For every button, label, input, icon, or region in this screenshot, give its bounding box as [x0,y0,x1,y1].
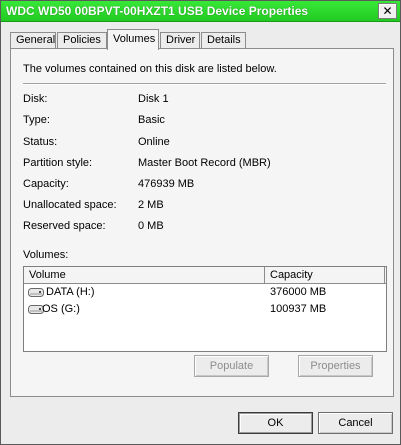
tab-policies[interactable]: Policies [57,32,107,49]
separator [23,83,386,85]
disk-value: Disk 1 [138,93,169,105]
tab-driver[interactable]: Driver [160,32,200,49]
ok-button[interactable]: OK [238,412,313,434]
unallocated-label: Unallocated space: [23,199,117,211]
tab-general[interactable]: General [10,32,56,49]
tab-details[interactable]: Details [201,32,246,49]
tab-volumes[interactable]: Volumes [107,29,159,50]
column-header-volume[interactable]: Volume [24,267,265,283]
volume-name: DATA (H:) [46,286,95,298]
drive-icon [28,288,44,297]
volumes-panel: The volumes contained on this disk are l… [10,48,394,397]
column-header-capacity[interactable]: Capacity [265,267,385,283]
window-title: WDC WD50 00BPVT-00HXZT1 USB Device Prope… [6,4,309,18]
list-header: Volume Capacity [24,267,386,284]
cancel-button[interactable]: Cancel [318,412,393,434]
close-button[interactable]: ✕ [378,3,397,19]
partition-style-value: Master Boot Record (MBR) [138,157,271,169]
properties-dialog: WDC WD50 00BPVT-00HXZT1 USB Device Prope… [0,0,401,445]
disk-label: Disk: [23,93,48,105]
type-label: Type: [23,114,50,126]
volume-capacity: 100937 MB [270,303,327,315]
properties-button[interactable]: Properties [298,355,373,377]
status-value: Online [138,136,170,148]
status-label: Status: [23,136,58,148]
list-item[interactable]: DATA (H:) 376000 MB [24,284,386,301]
list-item[interactable]: OS (G:) 100937 MB [24,301,386,318]
type-value: Basic [138,114,165,126]
partition-style-label: Partition style: [23,157,93,169]
volumes-list[interactable]: Volume Capacity DATA (H:) 376000 MB OS (… [23,266,387,352]
unallocated-value: 2 MB [138,199,164,211]
close-icon: ✕ [382,4,393,18]
reserved-label: Reserved space: [23,220,106,232]
capacity-value: 476939 MB [138,178,195,190]
reserved-value: 0 MB [138,220,164,232]
intro-text: The volumes contained on this disk are l… [23,63,277,75]
volume-name: OS (G:) [42,303,80,315]
volume-capacity: 376000 MB [270,286,327,298]
populate-button[interactable]: Populate [194,355,269,377]
capacity-label: Capacity: [23,178,69,190]
volumes-label: Volumes: [23,249,69,261]
title-bar[interactable]: WDC WD50 00BPVT-00HXZT1 USB Device Prope… [1,1,400,22]
